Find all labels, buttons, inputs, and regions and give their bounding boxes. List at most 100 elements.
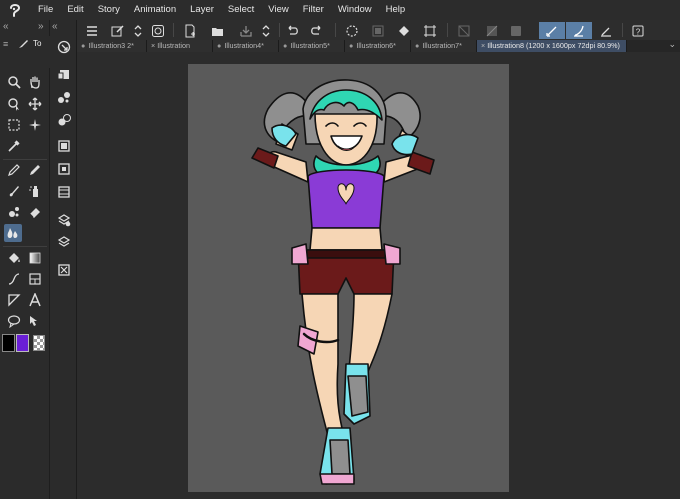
unsaved-dot: ● (81, 41, 86, 50)
divider (3, 246, 47, 247)
tab-label: Illustration (157, 41, 190, 50)
divider (447, 23, 448, 37)
clear-icon[interactable] (369, 22, 387, 39)
layer-fill-icon[interactable] (507, 22, 525, 39)
balloon-icon[interactable] (5, 312, 23, 330)
chevron-down-icon[interactable]: ⌄ (668, 39, 676, 50)
ruler-icon[interactable] (5, 291, 23, 309)
search-layer-icon[interactable] (54, 260, 73, 279)
correct-line-icon[interactable] (26, 312, 44, 330)
tab-illustration[interactable]: × Illustration (147, 40, 213, 52)
tone-icon[interactable] (54, 87, 73, 106)
film-icon[interactable] (54, 182, 73, 201)
lasso-select-icon[interactable] (5, 95, 23, 113)
pencil-icon[interactable] (26, 161, 44, 179)
tab-illustration5[interactable]: ● Illustration5* (279, 40, 345, 52)
open-icon[interactable] (209, 22, 227, 39)
transform-icon[interactable] (421, 22, 439, 39)
convert-icon[interactable] (483, 22, 501, 39)
clip-studio-icon[interactable] (149, 22, 167, 39)
rect-select-icon[interactable] (5, 116, 23, 134)
main-color-swatch[interactable] (2, 334, 15, 352)
canvas-workspace (77, 52, 680, 499)
eyedropper-icon[interactable] (5, 137, 23, 155)
menu-story[interactable]: Story (91, 0, 127, 20)
expand-dock-button[interactable]: » (38, 21, 44, 32)
app-logo-icon[interactable] (8, 3, 22, 17)
divider (173, 23, 174, 37)
color-history-icon[interactable] (54, 110, 73, 129)
new-icon[interactable] (181, 22, 199, 39)
menu-select[interactable]: Select (221, 0, 261, 20)
tab-illustration4[interactable]: ● Illustration4* (213, 40, 279, 52)
fill-icon[interactable] (395, 22, 413, 39)
navigator-icon[interactable] (54, 37, 73, 56)
deselect-icon[interactable] (343, 22, 361, 39)
hand-icon[interactable] (26, 73, 44, 91)
menu-view[interactable]: View (261, 0, 295, 20)
menu-edit[interactable]: Edit (60, 0, 90, 20)
menu-window[interactable]: Window (331, 0, 379, 20)
tab-label: Illustration8 (1200 x 1600px 72dpi 80.9%… (487, 41, 620, 50)
layer-mask-icon[interactable] (54, 159, 73, 178)
palette-header: « » (0, 20, 50, 36)
tab-illustration3[interactable]: ● Illustration3 2* (77, 40, 147, 52)
snap-special-ruler-icon[interactable] (566, 22, 592, 39)
tab-illustration6[interactable]: ● Illustration6* (345, 40, 411, 52)
close-icon[interactable]: × (481, 41, 485, 50)
fill-icon[interactable] (5, 249, 23, 267)
stepper-icon[interactable] (257, 22, 275, 39)
unsaved-dot: ● (415, 41, 420, 50)
snap-ruler-icon[interactable] (539, 22, 565, 39)
transparent-color-swatch[interactable] (33, 335, 45, 351)
canvas[interactable] (188, 64, 509, 492)
sub-color-swatch[interactable] (16, 334, 29, 352)
curve-icon[interactable] (5, 270, 23, 288)
blend-icon[interactable] (4, 224, 22, 242)
collapse-left-button[interactable]: « (3, 21, 9, 32)
text-icon[interactable] (26, 291, 44, 309)
collapse-icon[interactable]: « (52, 21, 58, 32)
tool-tab-label[interactable]: To (33, 39, 41, 48)
gradient-icon[interactable] (26, 249, 44, 267)
palette-tab-strip: ≡ To (0, 36, 50, 68)
menu-file[interactable]: File (31, 0, 60, 20)
menu-layer[interactable]: Layer (183, 0, 221, 20)
divider (3, 159, 47, 160)
material-icon[interactable] (54, 210, 73, 229)
redo-icon[interactable] (308, 22, 326, 39)
stepper-icon[interactable] (129, 22, 147, 39)
tab-label: Illustration7* (422, 41, 462, 50)
edit-icon[interactable] (109, 22, 127, 39)
menu-help[interactable]: Help (379, 0, 413, 20)
layers-icon[interactable] (54, 232, 73, 251)
tab-label: Illustration5* (290, 41, 330, 50)
zoom-icon[interactable] (5, 73, 23, 91)
menu-animation[interactable]: Animation (127, 0, 183, 20)
save-icon[interactable] (237, 22, 255, 39)
document-tabs: ● Illustration3 2* × Illustration ● Illustr… (77, 39, 680, 52)
undo-icon[interactable] (283, 22, 301, 39)
move-icon[interactable] (26, 95, 44, 113)
close-icon[interactable]: × (151, 41, 155, 50)
snap-grid-icon[interactable] (597, 22, 615, 39)
menu-lines-icon[interactable]: ≡ (3, 39, 8, 49)
frame-icon[interactable] (26, 270, 44, 288)
divider (279, 23, 280, 37)
page-icon[interactable] (54, 136, 73, 155)
tool-tab-pen-icon[interactable] (18, 38, 29, 51)
tab-illustration7[interactable]: ● Illustration7* (411, 40, 477, 52)
sparkle-icon[interactable] (26, 116, 44, 134)
menu-filter[interactable]: Filter (296, 0, 331, 20)
airbrush-icon[interactable] (26, 182, 44, 200)
decoration-icon[interactable] (5, 203, 23, 221)
hide-outside-icon[interactable] (455, 22, 473, 39)
tab-illustration8[interactable]: × Illustration8 (1200 x 1600px 72dpi 80.9… (477, 40, 627, 52)
svg-text:?: ? (636, 27, 641, 36)
pen-icon[interactable] (5, 161, 23, 179)
layer-property-icon[interactable] (54, 64, 73, 83)
eraser-icon[interactable] (26, 203, 44, 221)
brush-icon[interactable] (5, 182, 23, 200)
hamburger-menu-icon[interactable] (83, 22, 101, 39)
help-icon[interactable]: ? (629, 22, 647, 39)
